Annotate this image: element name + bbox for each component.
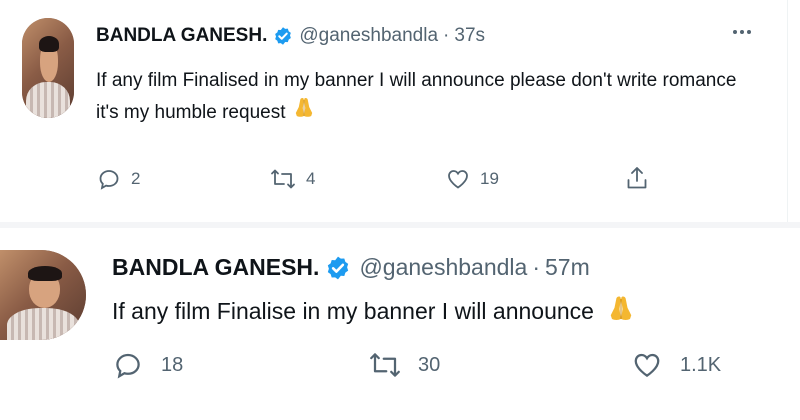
verified-badge-icon — [273, 26, 293, 46]
heart-icon — [448, 170, 468, 189]
heart-icon — [634, 353, 660, 377]
tweet-text: If any film Finalised in my banner I wil… — [96, 66, 736, 130]
separator-dot: · — [532, 254, 540, 280]
retweet-count: 4 — [306, 169, 316, 188]
user-handle[interactable]: @ganeshbandla — [299, 25, 438, 47]
reply-count: 18 — [161, 353, 184, 376]
folded-hands-icon — [604, 294, 638, 332]
tweet-header: BANDLA GANESH. @ganeshbandla · 57m — [112, 254, 590, 281]
verified-badge-icon — [325, 255, 351, 281]
retweet-button[interactable]: 30 — [368, 350, 440, 380]
reply-button[interactable]: 2 — [97, 167, 140, 191]
tweet-text-line: If any film Finalised in my banner I wil… — [96, 70, 737, 91]
display-name[interactable]: BANDLA GANESH. — [112, 254, 319, 281]
retweet-button[interactable]: 4 — [270, 167, 315, 191]
avatar[interactable] — [22, 18, 74, 118]
like-button[interactable]: 1.1K — [632, 350, 721, 380]
reply-icon — [99, 170, 119, 190]
reply-count: 2 — [131, 169, 141, 188]
reply-button[interactable]: 18 — [113, 350, 183, 380]
tweet-text-line: it's my humble request — [96, 102, 286, 124]
user-handle[interactable]: @ganeshbandla — [359, 254, 527, 281]
reply-icon — [116, 353, 140, 379]
share-button[interactable] — [625, 165, 649, 191]
tweet-text: If any film Finalise in my banner I will… — [112, 294, 638, 332]
like-button[interactable]: 19 — [446, 167, 499, 191]
like-count: 1.1K — [680, 353, 722, 376]
retweet-icon — [370, 353, 400, 377]
timestamp[interactable]: 57m — [545, 254, 590, 281]
timestamp[interactable]: 37s — [454, 25, 485, 47]
tweet-card[interactable]: BANDLA GANESH. @ganeshbandla · 57m If an… — [0, 228, 800, 420]
folded-hands-icon — [291, 96, 317, 130]
tweet-card[interactable]: BANDLA GANESH. @ganeshbandla · 37s If an… — [0, 0, 788, 223]
retweet-count: 30 — [418, 353, 441, 376]
display-name[interactable]: BANDLA GANESH. — [96, 25, 267, 47]
separator-dot: · — [443, 25, 450, 46]
retweet-icon — [271, 169, 295, 189]
avatar[interactable] — [0, 250, 86, 340]
tweet-text-line: If any film Finalise in my banner I will… — [112, 298, 594, 325]
share-icon — [627, 167, 647, 189]
more-options-icon[interactable] — [733, 30, 751, 34]
like-count: 19 — [480, 169, 499, 188]
tweet-header: BANDLA GANESH. @ganeshbandla · 37s — [96, 25, 485, 47]
